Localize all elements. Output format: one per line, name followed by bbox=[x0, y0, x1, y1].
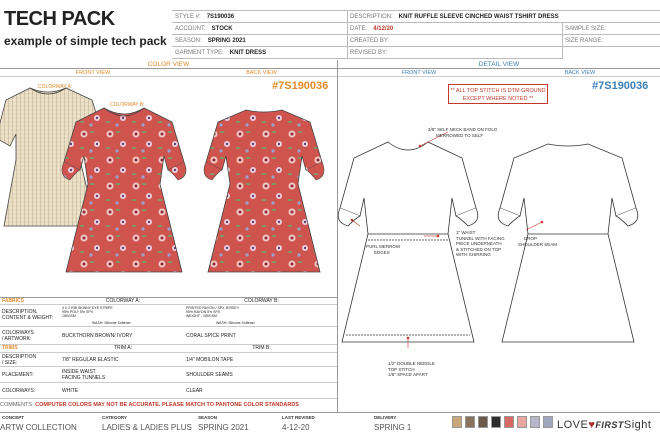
detail-view-illustrations bbox=[338, 131, 639, 348]
table-row: COLORWAYS / ARTWORK: BUCKTHORN BROWN/ IVO… bbox=[0, 327, 337, 345]
description-field: DESCRIPTION: KNIT RUFFLE SLEEVE CINCHED W… bbox=[347, 11, 660, 23]
color-swatch bbox=[517, 416, 527, 428]
page-subtitle: example of simple tech pack bbox=[4, 34, 167, 48]
detail-style-tag: #7S190036 bbox=[592, 80, 649, 92]
header-info-grid: STYLE #: 7S190036 ACCOUNT: STOCK SEASON: SP… bbox=[172, 10, 660, 59]
note-line-1: ** ALL TOP STITCH IS DTM GROUND bbox=[450, 88, 546, 94]
table-row: PLACEMENT: INSIDE WAIST FACING TUNNELS SH… bbox=[0, 367, 337, 383]
color-swatch bbox=[452, 416, 462, 428]
detail-view-header: DETAIL VIEW bbox=[338, 60, 660, 69]
color-swatch bbox=[530, 416, 540, 428]
revised-by-field: REVISED BY: bbox=[347, 47, 562, 59]
color-swatch bbox=[491, 416, 501, 428]
callout-neck-band: 3/8" SELF NECK BAND ON FOLD MERROWED TO … bbox=[428, 127, 498, 138]
season-field: SEASON: SPRING 2021 bbox=[172, 35, 347, 47]
callout-drop-shoulder: DROP SHOULDER SEAM bbox=[518, 236, 558, 247]
brand-logo: LOVE♥FIRSTSight bbox=[557, 419, 652, 431]
colorway-b-dress-back bbox=[203, 109, 325, 273]
footer-bar: CONCEPT ARTW COLLECTION CATEGORY LADIES … bbox=[0, 412, 660, 440]
date-field: DATE: 4/12/20 bbox=[347, 23, 562, 35]
callout-hem-stitch: 1/2" DOUBLE NEEDLE TOP STITCH 1/8" SPACE… bbox=[388, 361, 435, 377]
callout-waist-tunnel: 1" WAIST TUNNEL WITH FACING PIECE UNDERN… bbox=[456, 230, 505, 257]
color-swatch bbox=[478, 416, 488, 428]
page-title: TECH PACK bbox=[4, 8, 115, 30]
table-row: FABRICS COLORWAY A: COLORWAY B: bbox=[0, 297, 337, 305]
sample-size-field: SAMPLE SIZE: bbox=[562, 23, 660, 35]
comments-line: COMMENTS: COMPUTER COLORS MAY NOT BE ACC… bbox=[0, 402, 299, 408]
table-row: TRIMS TRIM A: TRIM B: bbox=[0, 345, 337, 353]
size-range-field: SIZE RANGE: bbox=[562, 35, 660, 47]
table-row: DESCRIPTION, CONTENT & WEIGHT: 4 X 2 RIB … bbox=[0, 305, 337, 327]
garment-type-field: GARMENT TYPE: KNIT DRESS bbox=[172, 47, 347, 59]
table-row: DESCRIPTION / SIZE: 7/8" REGULAR ELASTIC … bbox=[0, 353, 337, 367]
created-by-field: CREATED BY: bbox=[347, 35, 562, 47]
style-field: STYLE #: 7S190036 bbox=[172, 11, 347, 23]
topstitch-note: ** ALL TOP STITCH IS DTM GROUND EXCEPT W… bbox=[448, 84, 548, 104]
detail-back-view-label: BACK VIEW bbox=[500, 69, 660, 77]
color-view-illustrations bbox=[0, 87, 325, 273]
color-swatch bbox=[543, 416, 553, 428]
note-line-2: EXCEPT WHERE NOTED ** bbox=[462, 96, 534, 102]
detail-front-view-label: FRONT VIEW bbox=[338, 69, 500, 77]
table-row: COLORWAYS: WHITE CLEAR bbox=[0, 383, 337, 399]
callout-merrow-edges: PURL MERROW EDGES bbox=[366, 244, 401, 255]
color-swatch bbox=[465, 416, 475, 428]
color-swatch bbox=[504, 416, 514, 428]
color-view-header: COLOR VIEW bbox=[0, 60, 337, 69]
account-field: ACCOUNT: STOCK bbox=[172, 23, 347, 35]
